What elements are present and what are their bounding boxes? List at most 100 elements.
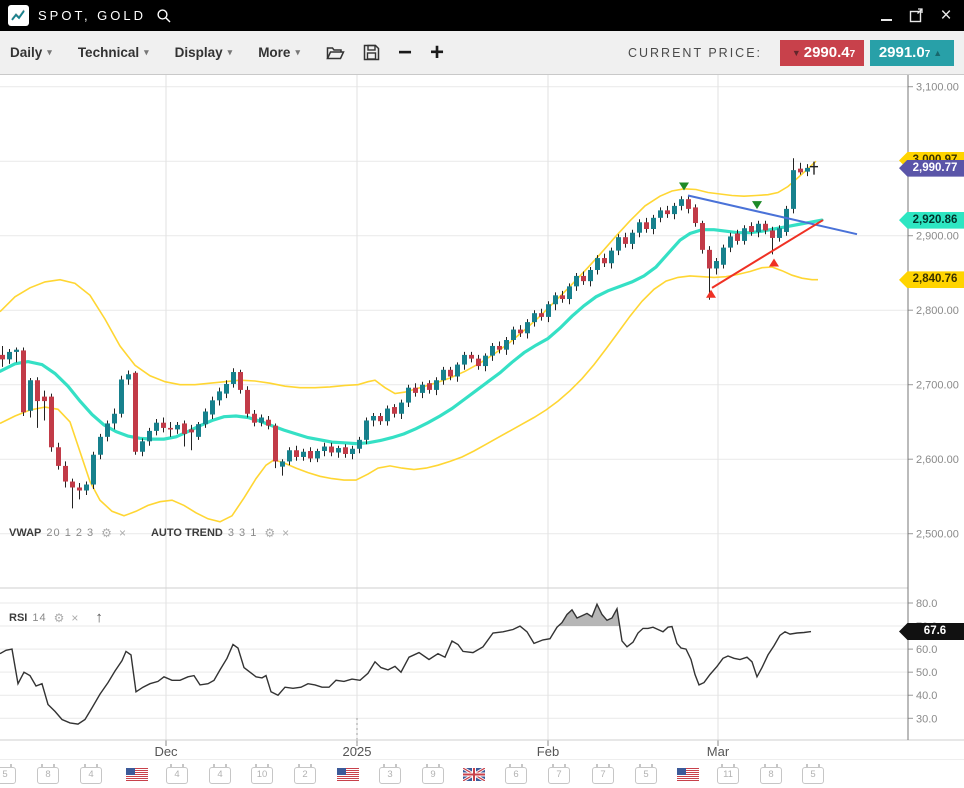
event-calendar-icon[interactable]: 7 <box>590 763 616 787</box>
candle <box>63 466 68 482</box>
close-icon[interactable]: × <box>71 611 78 625</box>
candle <box>609 251 614 264</box>
candle <box>672 206 677 214</box>
candle <box>70 482 75 488</box>
candle <box>280 461 285 466</box>
candle <box>245 390 250 414</box>
close-icon[interactable]: × <box>119 526 126 540</box>
event-calendar-icon[interactable]: 7 <box>546 763 572 787</box>
ask-price-badge: 2991.07 ▲ <box>870 40 954 66</box>
event-calendar-icon[interactable]: 4 <box>164 763 190 787</box>
candles-layer <box>0 158 810 508</box>
candle <box>161 423 166 428</box>
us-flag-icon <box>126 768 148 781</box>
candle <box>252 414 257 423</box>
move-pane-up-icon[interactable]: ↑ <box>95 609 103 626</box>
event-calendar-icon[interactable]: 5 <box>800 763 826 787</box>
event-calendar-icon[interactable]: 8 <box>758 763 784 787</box>
candle <box>84 485 89 491</box>
candle <box>357 440 362 449</box>
gear-icon[interactable]: ⚙ <box>54 611 65 625</box>
candle <box>427 383 432 390</box>
technical-menu[interactable]: Technical▾ <box>78 45 149 60</box>
event-flag-uk[interactable] <box>461 763 487 787</box>
save-icon[interactable] <box>363 44 380 61</box>
candle <box>392 407 397 414</box>
candle <box>518 330 523 334</box>
event-calendar-icon[interactable]: 5 <box>0 763 18 787</box>
timeframe-menu[interactable]: Daily▾ <box>10 45 52 60</box>
candle <box>147 431 152 441</box>
candle <box>259 417 264 422</box>
candle <box>238 372 243 390</box>
close-icon[interactable]: × <box>282 526 289 540</box>
candle <box>420 385 425 393</box>
event-calendar-icon[interactable]: 8 <box>35 763 61 787</box>
event-calendar-icon[interactable]: 5 <box>633 763 659 787</box>
event-flag-us[interactable] <box>124 763 150 787</box>
month-label: Feb <box>537 744 559 759</box>
event-calendar-icon[interactable]: 6 <box>503 763 529 787</box>
event-calendar-icon[interactable]: 2 <box>292 763 318 787</box>
month-label: Dec <box>154 744 177 759</box>
uk-flag-icon <box>463 768 485 781</box>
price-chart[interactable]: 3,100.003,000.002,900.002,800.002,700.00… <box>0 75 964 760</box>
candle <box>266 420 271 426</box>
candle <box>665 210 670 214</box>
candle <box>224 384 229 394</box>
signal-triangle-up <box>706 290 716 298</box>
zoom-out-button[interactable]: − <box>398 43 412 63</box>
chevron-down-icon: ▾ <box>295 47 300 58</box>
close-icon[interactable]: × <box>938 8 954 24</box>
event-calendar-icon[interactable]: 4 <box>78 763 104 787</box>
candle <box>539 313 544 317</box>
candle <box>574 276 579 286</box>
search-icon[interactable] <box>156 8 172 24</box>
price-marker-badge: 2,920.86 <box>899 212 964 229</box>
price-tick-label: 3,100.00 <box>916 82 959 94</box>
candle <box>455 365 460 377</box>
candle <box>700 223 705 250</box>
zoom-in-button[interactable]: + <box>430 43 444 63</box>
candle <box>336 448 341 452</box>
candle <box>112 414 117 424</box>
gear-icon[interactable]: ⚙ <box>264 526 275 540</box>
minimize-button[interactable] <box>878 8 894 24</box>
candle <box>385 409 390 422</box>
candle <box>469 355 474 359</box>
candle <box>126 374 131 379</box>
gear-icon[interactable]: ⚙ <box>101 526 112 540</box>
price-marker-badge: 2,840.76 <box>899 271 964 288</box>
candle <box>98 437 103 455</box>
candle <box>406 388 411 403</box>
app-logo-icon <box>8 5 29 26</box>
candle <box>175 425 180 429</box>
event-calendar-icon[interactable]: 3 <box>377 763 403 787</box>
rsi-indicator-label: RSI <box>9 612 27 624</box>
open-folder-icon[interactable] <box>326 45 345 61</box>
event-calendar-icon[interactable]: 11 <box>715 763 741 787</box>
candle <box>28 380 33 411</box>
event-flag-us[interactable] <box>335 763 361 787</box>
candle <box>364 420 369 439</box>
event-calendar-icon[interactable]: 9 <box>420 763 446 787</box>
event-calendar-icon[interactable]: 4 <box>207 763 233 787</box>
candle <box>546 304 551 317</box>
more-menu[interactable]: More▾ <box>258 45 300 60</box>
event-calendar-icon[interactable]: 10 <box>249 763 275 787</box>
candle <box>413 388 418 393</box>
month-label: Mar <box>707 744 729 759</box>
event-flag-us[interactable] <box>675 763 701 787</box>
display-menu[interactable]: Display▾ <box>175 45 233 60</box>
candle <box>504 340 509 350</box>
candle <box>483 356 488 366</box>
signal-triangle-up <box>769 259 779 267</box>
candle <box>7 352 12 359</box>
candle <box>686 199 691 209</box>
chevron-down-icon: ▾ <box>144 47 149 58</box>
candle <box>315 451 320 458</box>
signal-triangle-down <box>752 201 762 209</box>
candle <box>742 228 747 241</box>
popout-button[interactable] <box>908 8 924 24</box>
candle <box>749 226 754 232</box>
